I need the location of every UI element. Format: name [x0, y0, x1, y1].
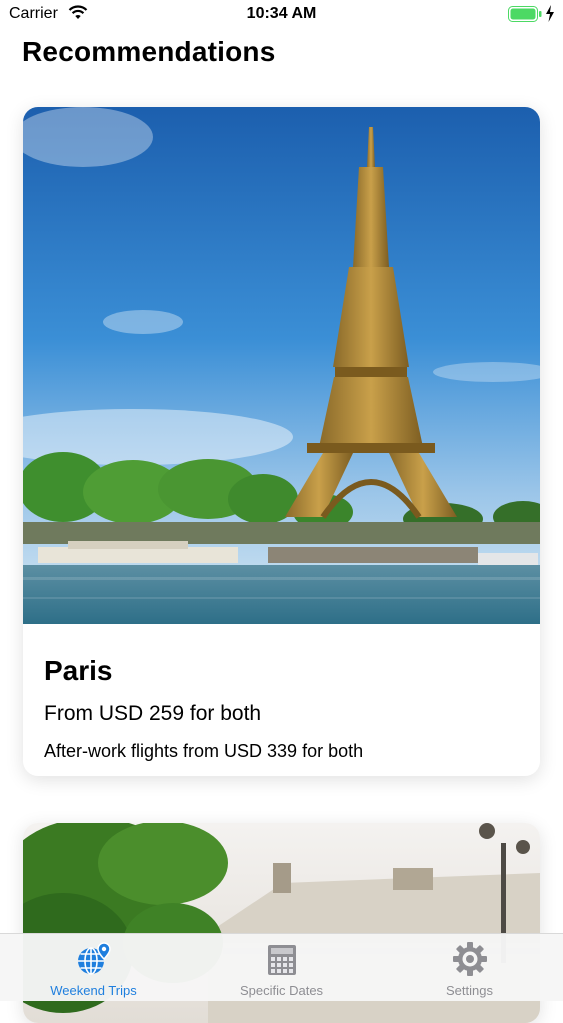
status-bar: Carrier 10:34 AM: [0, 0, 563, 30]
battery-icon: [508, 6, 542, 22]
tab-label: Specific Dates: [239, 983, 324, 998]
tab-bar: Weekend Trips Specific Dates Settings: [0, 933, 563, 1001]
tab-settings[interactable]: Settings: [376, 934, 563, 1001]
destination-city: Paris: [44, 655, 113, 686]
globe-pin-icon: [78, 942, 111, 975]
tab-specific-dates[interactable]: Specific Dates: [188, 934, 375, 1001]
after-work-price: After-work flights from USD 339 for both: [44, 741, 364, 761]
page-title: Recommendations: [22, 36, 276, 67]
gear-icon: [453, 942, 487, 976]
calendar-icon: [268, 945, 296, 975]
card-info: Paris From USD 259 for both After-work f…: [23, 624, 540, 776]
destination-card-paris[interactable]: Paris From USD 259 for both After-work f…: [23, 107, 540, 776]
clock: 10:34 AM: [246, 5, 317, 22]
tab-label: Weekend Trips: [50, 983, 137, 998]
price-from: From USD 259 for both: [44, 702, 262, 725]
charging-bolt-icon: [546, 5, 554, 22]
tab-label: Settings: [446, 983, 493, 998]
tab-weekend-trips[interactable]: Weekend Trips: [0, 934, 187, 1001]
paris-eiffel-tower-photo: [23, 107, 540, 624]
